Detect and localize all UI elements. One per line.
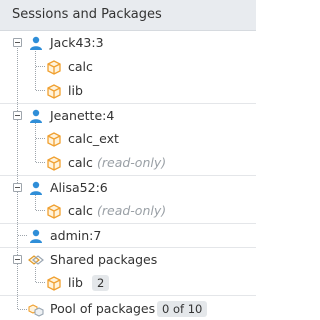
session-row-jack43[interactable]: Jack43:3 — [0, 31, 256, 55]
sessions-packages-panel: Sessions and Packages Jack43:3 calc lib … — [0, 0, 256, 318]
pool-packages-icon — [28, 301, 44, 317]
session-label: Jeanette:4 — [50, 108, 115, 123]
readonly-note: (read-only) — [97, 155, 167, 170]
package-icon — [46, 275, 62, 291]
session-label: Jack43:3 — [50, 35, 104, 50]
readonly-note: (read-only) — [97, 203, 167, 218]
panel-title: Sessions and Packages — [12, 7, 162, 22]
panel-header: Sessions and Packages — [0, 0, 256, 31]
package-label: calc — [68, 155, 93, 170]
shared-package-row[interactable]: lib 2 — [0, 271, 256, 295]
user-icon — [28, 108, 44, 124]
pool-label: Pool of packages — [50, 301, 156, 316]
pool-of-packages-row[interactable]: Pool of packages 0 of 10 — [0, 295, 256, 319]
session-label: admin:7 — [50, 228, 102, 243]
package-icon — [46, 155, 62, 171]
package-row[interactable]: calc — [0, 55, 256, 79]
user-icon — [28, 180, 44, 196]
collapse-toggle[interactable] — [13, 111, 22, 120]
user-icon — [28, 228, 44, 244]
shared-packages-icon — [28, 252, 44, 268]
count-badge: 2 — [92, 275, 110, 291]
package-row[interactable]: calc (read-only) — [0, 199, 256, 223]
package-icon — [46, 59, 62, 75]
collapse-toggle[interactable] — [13, 38, 22, 47]
package-label: lib — [68, 83, 83, 98]
package-icon — [46, 131, 62, 147]
package-label: lib — [68, 275, 83, 290]
session-row-jeanette[interactable]: Jeanette:4 — [0, 103, 256, 127]
user-icon — [28, 35, 44, 51]
package-label: calc — [68, 59, 93, 74]
session-row-admin[interactable]: admin:7 — [0, 223, 256, 247]
session-row-alisa52[interactable]: Alisa52:6 — [0, 175, 256, 199]
package-icon — [46, 83, 62, 99]
package-row[interactable]: lib — [0, 79, 256, 103]
package-label: calc_ext — [68, 131, 119, 146]
package-row[interactable]: calc (read-only) — [0, 151, 256, 175]
package-label: calc — [68, 203, 93, 218]
package-row[interactable]: calc_ext — [0, 127, 256, 151]
collapse-toggle[interactable] — [13, 255, 22, 264]
package-icon — [46, 203, 62, 219]
session-label: Alisa52:6 — [50, 180, 108, 195]
shared-packages-row[interactable]: Shared packages — [0, 247, 256, 271]
collapse-toggle[interactable] — [13, 183, 22, 192]
shared-packages-label: Shared packages — [50, 252, 158, 267]
pool-count-badge: 0 of 10 — [157, 301, 208, 317]
